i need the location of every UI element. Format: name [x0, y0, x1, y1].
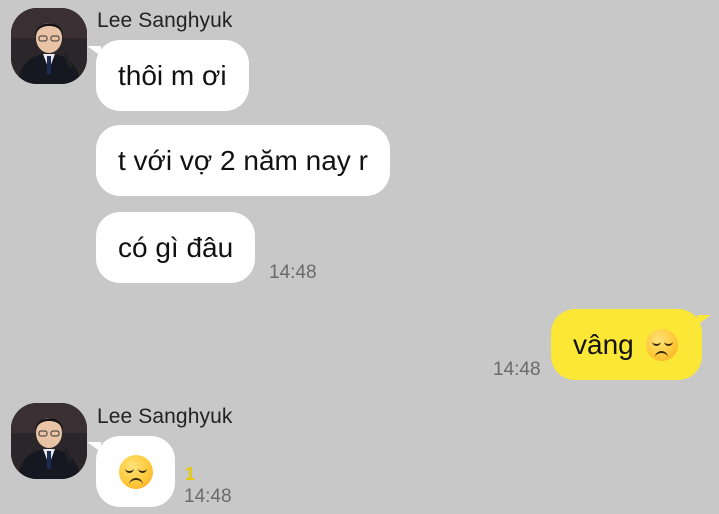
sender-name: Lee Sanghyuk [97, 9, 233, 32]
message-bubble[interactable]: có gì đâu [96, 212, 256, 283]
message-time: 14:48 [269, 262, 317, 283]
chat-screen: Lee Sanghyuk thôi m ơi t với vợ 2 năm na… [0, 0, 719, 514]
message-time: 14:48 [493, 359, 541, 380]
message-time: 14:48 [184, 486, 232, 507]
message-bubble[interactable] [87, 436, 175, 507]
message-text: t với vợ 2 năm nay r [118, 144, 368, 176]
message-bubble[interactable]: thôi m ơi [87, 40, 249, 111]
avatar[interactable] [11, 403, 87, 479]
unread-count: 1 [185, 464, 196, 484]
bubble-tail [697, 315, 711, 325]
profile-photo-icon [11, 8, 87, 84]
bubble-tail [87, 46, 101, 56]
message-text: có gì đâu [118, 231, 234, 263]
message-text: vâng [573, 328, 634, 360]
message-bubble[interactable]: t với vợ 2 năm nay r [96, 125, 390, 196]
disappointed-face-icon [645, 328, 678, 361]
disappointed-face-icon [118, 454, 153, 489]
bubble-tail [87, 442, 101, 452]
profile-photo-icon [11, 403, 87, 479]
avatar[interactable] [11, 8, 87, 84]
message-bubble[interactable]: vâng [551, 309, 711, 380]
message-text: thôi m ơi [118, 59, 227, 91]
sender-name: Lee Sanghyuk [97, 405, 233, 428]
